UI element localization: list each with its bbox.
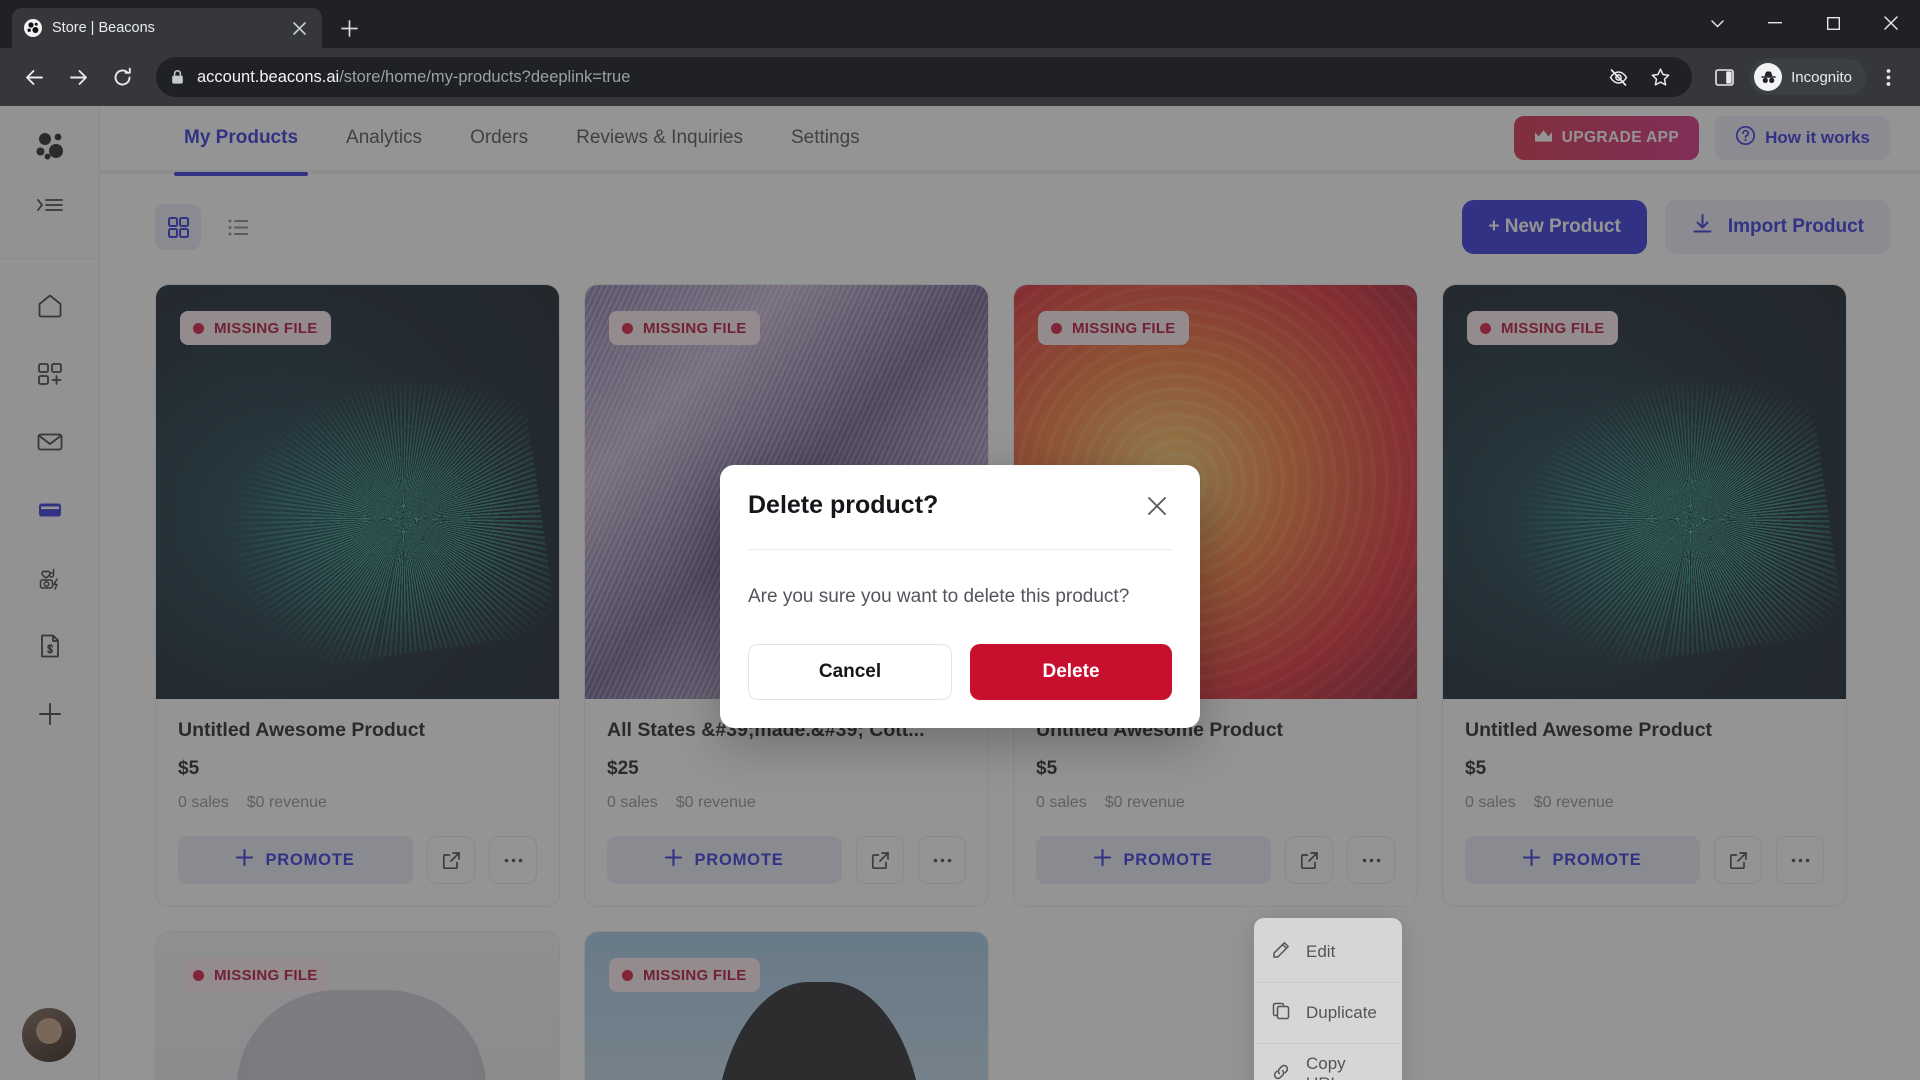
maximize-icon[interactable] — [1804, 0, 1862, 46]
modal-header: Delete product? — [748, 491, 1172, 521]
arrow-right-icon[interactable] — [58, 57, 98, 97]
modal-title: Delete product? — [748, 491, 939, 519]
arrow-left-icon[interactable] — [14, 57, 54, 97]
close-icon[interactable] — [288, 17, 310, 39]
cancel-button[interactable]: Cancel — [748, 644, 952, 700]
profile-label: Incognito — [1791, 68, 1852, 86]
url-text: account.beacons.ai/store/home/my-product… — [197, 68, 630, 87]
side-panel-icon[interactable] — [1706, 59, 1742, 95]
browser-window: Store | Beacons account.beacons.ai/store… — [0, 0, 1920, 1080]
kebab-menu-icon[interactable] — [1870, 59, 1906, 95]
omnibox-actions — [1600, 59, 1678, 95]
eye-slash-icon[interactable] — [1600, 59, 1636, 95]
star-icon[interactable] — [1642, 59, 1678, 95]
modal-divider — [748, 549, 1172, 550]
close-icon[interactable] — [1142, 491, 1172, 521]
browser-toolbar: account.beacons.ai/store/home/my-product… — [0, 48, 1920, 106]
window-controls — [1694, 0, 1920, 46]
incognito-icon — [1754, 63, 1783, 91]
modal-message: Are you sure you want to delete this pro… — [748, 586, 1130, 607]
tab-strip: Store | Beacons — [0, 0, 1920, 48]
lock-icon — [170, 69, 185, 85]
url-domain: account.beacons.ai — [197, 67, 340, 86]
address-bar[interactable]: account.beacons.ai/store/home/my-product… — [156, 57, 1693, 97]
tab-title: Store | Beacons — [52, 20, 155, 36]
delete-button[interactable]: Delete — [970, 644, 1172, 700]
browser-tab[interactable]: Store | Beacons — [12, 8, 322, 48]
minimize-icon[interactable] — [1746, 0, 1804, 46]
new-tab-button[interactable] — [332, 11, 366, 45]
close-icon[interactable] — [1862, 0, 1920, 46]
profile-button[interactable]: Incognito — [1750, 59, 1866, 95]
chevron-down-icon[interactable] — [1694, 0, 1740, 46]
delete-product-modal-overlay: Delete product? Are you sure you want to… — [0, 106, 1920, 1080]
reload-icon[interactable] — [102, 57, 142, 97]
url-path: /store/home/my-products?deeplink=true — [339, 67, 631, 86]
modal-actions: Cancel Delete — [748, 644, 1172, 700]
beacons-logo-icon — [24, 19, 42, 37]
page-viewport: My Products Analytics Orders Reviews & I… — [0, 106, 1920, 1080]
delete-product-modal: Delete product? Are you sure you want to… — [720, 465, 1200, 728]
